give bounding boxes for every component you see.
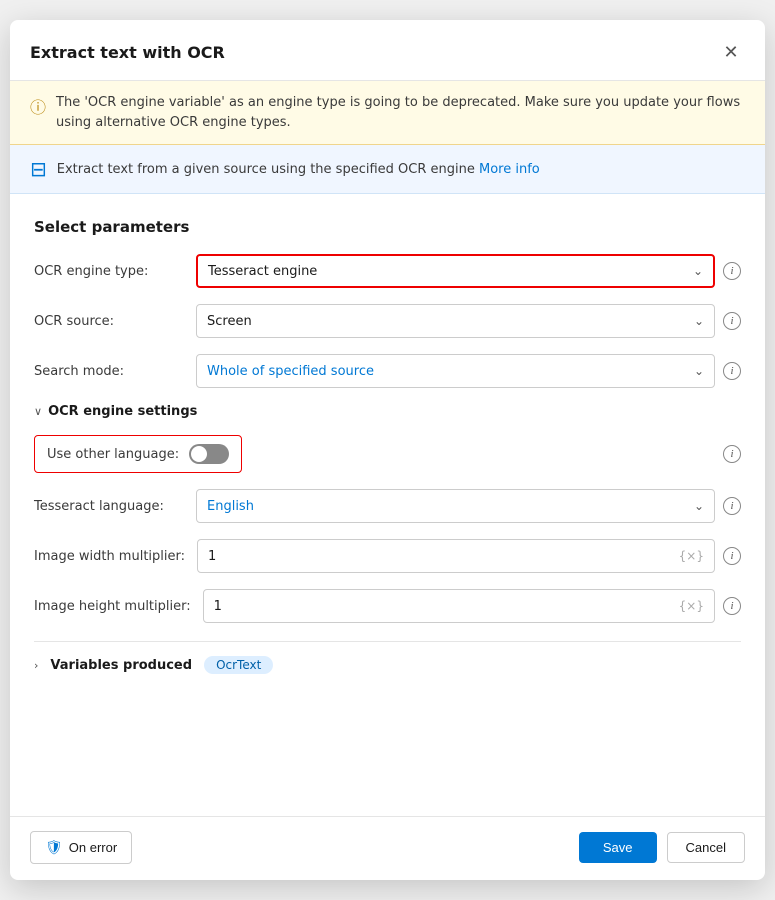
- dialog-header: Extract text with OCR ✕: [10, 20, 765, 81]
- search-mode-label: Search mode:: [34, 364, 184, 379]
- info-banner: ⊟ Extract text from a given source using…: [10, 145, 765, 194]
- toggle-knob: [191, 446, 207, 462]
- dialog-footer: 🛡 On error Save Cancel: [10, 816, 765, 880]
- dialog-body: Select parameters OCR engine type: Tesse…: [10, 194, 765, 816]
- warning-icon: ⓘ: [30, 94, 46, 118]
- search-mode-row: Search mode: Whole of specified source ⌄…: [34, 354, 741, 388]
- image-height-multiplier-row: Image height multiplier: 1 {×} i: [34, 589, 741, 623]
- tesseract-language-row: Tesseract language: English ⌄ i: [34, 489, 741, 523]
- on-error-button[interactable]: 🛡 On error: [30, 831, 132, 864]
- use-other-language-toggle-container: Use other language:: [34, 435, 242, 473]
- ocr-source-info[interactable]: i: [723, 312, 741, 330]
- parameters-section-title: Select parameters: [34, 218, 741, 236]
- ocr-source-dropdown[interactable]: Screen ⌄: [196, 304, 715, 338]
- tesseract-language-control: English ⌄ i: [196, 489, 741, 523]
- engine-settings-title: OCR engine settings: [48, 404, 197, 419]
- engine-settings-chevron[interactable]: ∨: [34, 405, 42, 418]
- ocr-source-control: Screen ⌄ i: [196, 304, 741, 338]
- ocr-source-row: OCR source: Screen ⌄ i: [34, 304, 741, 338]
- variables-section: › Variables produced OcrText: [34, 641, 741, 688]
- image-width-multiplier-info[interactable]: i: [723, 547, 741, 565]
- image-width-multiplier-row: Image width multiplier: 1 {×} i: [34, 539, 741, 573]
- use-other-language-control: Use other language: i: [34, 435, 741, 473]
- image-width-multiplier-control: 1 {×} i: [197, 539, 741, 573]
- on-error-label: On error: [69, 840, 117, 855]
- ocr-engine-type-row: OCR engine type: Tesseract engine ⌄ i: [34, 254, 741, 288]
- clear-height-icon[interactable]: {×}: [679, 599, 704, 613]
- search-mode-control: Whole of specified source ⌄ i: [196, 354, 741, 388]
- tesseract-language-info[interactable]: i: [723, 497, 741, 515]
- chevron-down-icon: ⌄: [694, 314, 704, 328]
- extract-text-dialog: Extract text with OCR ✕ ⓘ The 'OCR engin…: [10, 20, 765, 880]
- use-other-language-row: Use other language: i: [34, 435, 741, 473]
- image-height-multiplier-info[interactable]: i: [723, 597, 741, 615]
- tesseract-language-label: Tesseract language:: [34, 499, 184, 514]
- ocr-text-badge: OcrText: [204, 656, 273, 674]
- ocr-engine-type-control: Tesseract engine ⌄ i: [196, 254, 741, 288]
- ocr-icon: ⊟: [30, 157, 47, 181]
- image-height-multiplier-control: 1 {×} i: [203, 589, 741, 623]
- info-text: Extract text from a given source using t…: [57, 162, 540, 177]
- use-other-language-info[interactable]: i: [723, 445, 741, 463]
- dialog-title: Extract text with OCR: [30, 43, 225, 62]
- close-button[interactable]: ✕: [717, 38, 745, 66]
- ocr-engine-type-value: Tesseract engine: [208, 264, 317, 279]
- search-mode-info[interactable]: i: [723, 362, 741, 380]
- use-other-language-label: Use other language:: [47, 447, 179, 462]
- search-mode-value: Whole of specified source: [207, 364, 374, 379]
- save-button[interactable]: Save: [579, 832, 657, 863]
- warning-banner: ⓘ The 'OCR engine variable' as an engine…: [10, 81, 765, 145]
- cancel-button[interactable]: Cancel: [667, 832, 745, 863]
- variables-chevron[interactable]: ›: [34, 659, 38, 672]
- footer-right: Save Cancel: [579, 832, 745, 863]
- ocr-source-label: OCR source:: [34, 314, 184, 329]
- more-info-link[interactable]: More info: [479, 162, 540, 177]
- search-mode-dropdown[interactable]: Whole of specified source ⌄: [196, 354, 715, 388]
- ocr-source-value: Screen: [207, 314, 252, 329]
- ocr-engine-type-dropdown[interactable]: Tesseract engine ⌄: [196, 254, 715, 288]
- image-width-multiplier-value: 1: [208, 549, 216, 564]
- chevron-down-icon: ⌄: [693, 264, 703, 278]
- variables-label: Variables produced: [50, 658, 192, 673]
- image-height-multiplier-input[interactable]: 1 {×}: [203, 589, 715, 623]
- chevron-down-icon: ⌄: [694, 364, 704, 378]
- engine-settings-header: ∨ OCR engine settings: [34, 404, 741, 419]
- use-other-language-toggle[interactable]: [189, 444, 229, 464]
- tesseract-language-value: English: [207, 499, 254, 514]
- image-height-multiplier-value: 1: [214, 599, 222, 614]
- ocr-engine-type-label: OCR engine type:: [34, 264, 184, 279]
- chevron-down-icon: ⌄: [694, 499, 704, 513]
- image-width-multiplier-label: Image width multiplier:: [34, 549, 185, 564]
- warning-text: The 'OCR engine variable' as an engine t…: [56, 93, 745, 132]
- image-width-multiplier-input[interactable]: 1 {×}: [197, 539, 715, 573]
- clear-width-icon[interactable]: {×}: [679, 549, 704, 563]
- image-height-multiplier-label: Image height multiplier:: [34, 599, 191, 614]
- shield-icon: 🛡: [45, 839, 63, 856]
- tesseract-language-dropdown[interactable]: English ⌄: [196, 489, 715, 523]
- ocr-engine-type-info[interactable]: i: [723, 262, 741, 280]
